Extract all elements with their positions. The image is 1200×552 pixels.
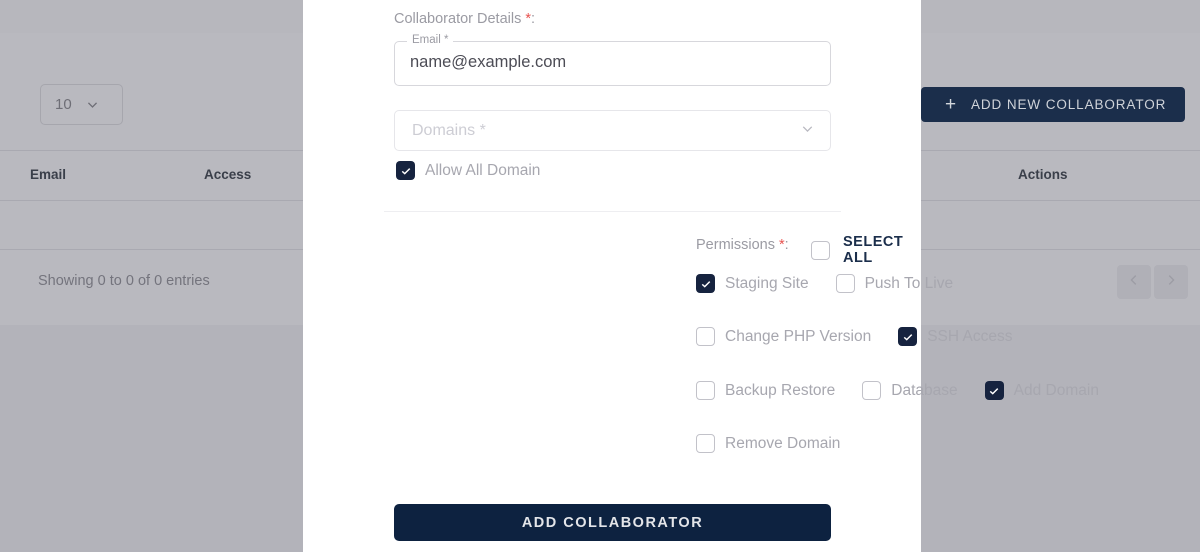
chevron-down-icon <box>86 98 99 111</box>
database-checkbox[interactable] <box>862 381 882 400</box>
add-domain-checkbox[interactable] <box>984 381 1004 400</box>
allow-all-domain-checkbox-row[interactable]: Allow All Domain <box>396 161 540 180</box>
add-collaborator-modal: Collaborator Details *: Email * name@exa… <box>303 0 1099 552</box>
allow-all-domain-checkbox[interactable] <box>396 161 415 180</box>
permission-staging-site[interactable]: Staging Site <box>696 274 809 293</box>
permission-row: Change PHP Version SSH Access <box>696 327 1012 346</box>
collaborator-details-label: Collaborator Details *: <box>394 11 535 27</box>
permission-remove-domain[interactable]: Remove Domain <box>696 434 840 453</box>
permission-row: Backup Restore Database Add Domain <box>696 381 1099 400</box>
collaborator-details-text: Collaborator Details <box>394 11 522 27</box>
add-new-collaborator-label: ADD NEW COLLABORATOR <box>971 97 1167 112</box>
permissions-label: Permissions *: <box>696 237 789 253</box>
section-divider <box>384 211 841 212</box>
label-colon: : <box>531 11 536 27</box>
permission-row: Remove Domain <box>696 434 840 453</box>
change-php-version-label: Change PHP Version <box>725 327 872 345</box>
table-header-actions: Actions <box>1018 167 1068 182</box>
table-entries-info: Showing 0 to 0 of 0 entries <box>38 273 210 289</box>
table-header-email: Email <box>30 167 67 182</box>
chevron-down-icon <box>799 120 816 142</box>
add-collaborator-submit-button[interactable]: ADD COLLABORATOR <box>394 504 831 541</box>
pagination-prev-button[interactable] <box>1117 265 1151 299</box>
select-all-checkbox[interactable] <box>811 240 830 260</box>
permission-change-php-version[interactable]: Change PHP Version <box>696 327 871 346</box>
permission-backup-restore[interactable]: Backup Restore <box>696 381 835 400</box>
staging-site-checkbox[interactable] <box>696 274 715 293</box>
email-field-value[interactable]: name@example.com <box>410 53 566 72</box>
backup-restore-label: Backup Restore <box>725 381 836 399</box>
chevron-right-icon <box>1164 273 1178 292</box>
email-field-legend: Email * <box>407 34 454 46</box>
backup-restore-checkbox[interactable] <box>696 381 715 400</box>
permission-ssh-access[interactable]: SSH Access <box>898 327 1012 346</box>
ssh-access-label: SSH Access <box>927 327 1013 345</box>
permission-row: Staging Site Push To Live <box>696 274 953 293</box>
permission-add-domain[interactable]: Add Domain <box>984 381 1099 400</box>
permissions-text: Permissions <box>696 237 775 253</box>
page-length-value: 10 <box>55 96 72 113</box>
permission-database[interactable]: Database <box>862 381 958 400</box>
change-php-version-checkbox[interactable] <box>696 327 715 346</box>
domains-placeholder: Domains * <box>412 121 486 139</box>
select-all-label: SELECT ALL <box>843 234 904 266</box>
pagination-next-button[interactable] <box>1154 265 1188 299</box>
allow-all-domain-label: Allow All Domain <box>425 161 541 179</box>
page-length-select[interactable]: 10 <box>40 84 123 125</box>
permission-push-to-live[interactable]: Push To Live <box>835 274 954 293</box>
ssh-access-checkbox[interactable] <box>898 327 918 346</box>
remove-domain-label: Remove Domain <box>725 434 841 452</box>
push-to-live-checkbox[interactable] <box>835 274 855 293</box>
add-domain-label: Add Domain <box>1013 381 1099 399</box>
add-new-collaborator-button[interactable]: + ADD NEW COLLABORATOR <box>921 87 1185 122</box>
remove-domain-checkbox[interactable] <box>696 434 715 453</box>
label-colon: : <box>784 237 789 253</box>
database-label: Database <box>891 381 958 399</box>
domains-select[interactable]: Domains * <box>394 110 831 151</box>
chevron-left-icon <box>1127 273 1141 292</box>
plus-icon: + <box>945 94 957 115</box>
staging-site-label: Staging Site <box>725 274 809 292</box>
table-header-access: Access <box>204 167 252 182</box>
push-to-live-label: Push To Live <box>864 274 954 292</box>
select-all-row[interactable]: SELECT ALL <box>811 234 921 266</box>
